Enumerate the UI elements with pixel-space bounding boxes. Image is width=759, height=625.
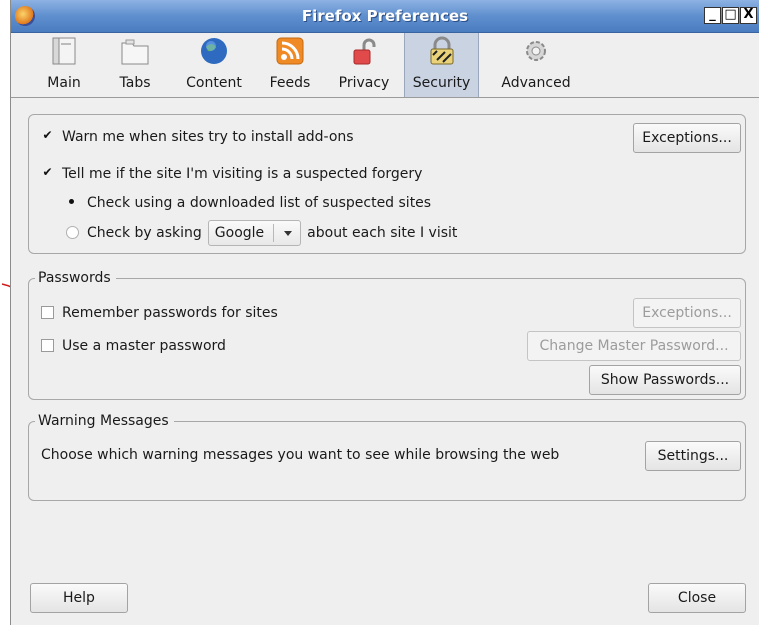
forgery-row[interactable]: ✔ Tell me if the site I'm visiting is a s… (41, 163, 422, 185)
master-password-checkbox[interactable] (41, 338, 54, 352)
content-icon (201, 38, 227, 64)
remember-passwords-row[interactable]: Remember passwords for sites (41, 302, 278, 324)
close-button[interactable]: Close (648, 583, 746, 613)
privacy-icon (353, 38, 376, 65)
tab-main-label: Main (47, 75, 81, 91)
remember-passwords-checkbox[interactable] (41, 305, 54, 319)
tab-security-label: Security (412, 75, 471, 91)
passwords-group: Passwords Remember passwords for sites E… (28, 269, 746, 400)
tab-tabs[interactable]: Tabs (109, 33, 161, 97)
radio-download-label: Check using a downloaded list of suspect… (87, 195, 432, 211)
change-master-password-button[interactable]: Change Master Password... (527, 331, 741, 361)
provider-value: Google (214, 225, 265, 241)
warn-addons-row[interactable]: ✔ Warn me when sites try to install add-o… (41, 126, 354, 148)
tab-content[interactable]: Content (178, 33, 250, 97)
tab-feeds-label: Feeds (269, 75, 311, 91)
radio-download-row[interactable]: Check using a downloaded list of suspect… (66, 192, 431, 214)
addons-exceptions-button[interactable]: Exceptions... (633, 123, 741, 153)
radio-ask-row[interactable]: Check by asking Google about each site I v… (66, 220, 458, 246)
security-icon (430, 36, 453, 65)
tabs-icon (121, 39, 149, 65)
passwords-legend: Passwords (35, 269, 116, 287)
warning-messages-group: Warning Messages Choose which warning me… (28, 412, 746, 501)
tab-privacy[interactable]: Privacy (332, 33, 396, 97)
radio-ask[interactable] (66, 225, 79, 239)
close-window-button[interactable]: X (740, 7, 757, 24)
tab-tabs-label: Tabs (119, 75, 151, 91)
tab-main[interactable]: Main (37, 33, 91, 97)
master-password-label: Use a master password (62, 338, 226, 354)
tab-privacy-label: Privacy (338, 75, 390, 91)
warning-settings-button[interactable]: Settings... (645, 441, 741, 471)
radio-ask-suffix: about each site I visit (307, 225, 458, 241)
preferences-window: Firefox Preferences _ □ X Main Tabs Cont… (10, 0, 759, 625)
forgery-checkbox[interactable]: ✔ (41, 166, 54, 180)
tab-feeds[interactable]: Feeds (263, 33, 317, 97)
security-general-group: ✔ Warn me when sites try to install add-o… (28, 114, 746, 254)
advanced-icon (526, 41, 546, 61)
title-bar: Firefox Preferences _ □ X (11, 0, 759, 33)
tab-advanced-label: Advanced (501, 75, 571, 91)
radio-ask-label: Check by asking (87, 225, 202, 241)
radio-download[interactable] (66, 196, 79, 209)
tab-advanced[interactable]: Advanced (496, 33, 576, 97)
provider-dropdown[interactable]: Google (207, 220, 302, 246)
dropdown-separator (273, 224, 275, 242)
password-exceptions-button[interactable]: Exceptions... (633, 298, 741, 328)
warn-addons-checkbox[interactable]: ✔ (41, 129, 54, 143)
warn-addons-label: Warn me when sites try to install add-on… (62, 129, 354, 145)
feeds-icon (276, 37, 304, 65)
window-title: Firefox Preferences (301, 7, 469, 25)
forgery-label: Tell me if the site I'm visiting is a su… (62, 166, 423, 182)
warning-messages-text: Choose which warning messages you want t… (41, 447, 560, 463)
help-button[interactable]: Help (30, 583, 128, 613)
minimize-button[interactable]: _ (704, 7, 721, 24)
warning-messages-legend: Warning Messages (35, 412, 174, 430)
tab-security[interactable]: Security (404, 33, 479, 97)
chevron-down-icon (284, 231, 293, 236)
main-icon (52, 37, 76, 65)
show-passwords-button[interactable]: Show Passwords... (589, 365, 741, 395)
tab-content-label: Content (186, 75, 242, 91)
remember-passwords-label: Remember passwords for sites (62, 305, 278, 321)
master-password-row[interactable]: Use a master password (41, 335, 226, 357)
maximize-button[interactable]: □ (722, 7, 739, 24)
preferences-toolbar: Main Tabs Content Feeds Privacy Security… (11, 33, 759, 98)
